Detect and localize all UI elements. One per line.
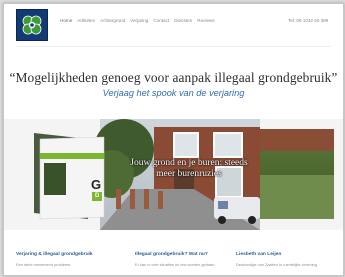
feature-text: Deskundige van Zaaken in ruimtelijke ord… <box>236 262 317 267</box>
hero-quote: “Mogelijkheden genoeg voor aanpak illega… <box>9 70 338 85</box>
nav-verjaring[interactable]: Verjaring <box>130 18 148 23</box>
nav-contact[interactable]: Contact <box>153 18 169 23</box>
hero-caption-line2: meer burenruzies <box>156 169 222 179</box>
phone-number[interactable]: Tel: 06 1032 60 389 <box>288 18 328 23</box>
feature-column: Verjaring & illegaal grondgebruik Een st… <box>16 252 120 267</box>
feature-title[interactable]: Illegaal grondgebruik? Wat nu? <box>135 252 239 257</box>
book-letter: G <box>91 177 102 192</box>
hero-slider[interactable]: G D Jouw grond en je buren: steeds meer … <box>4 119 343 230</box>
feature-text: Er kan in vele situaties nu iets worden … <box>135 262 216 267</box>
clover-logo-icon <box>19 12 45 38</box>
webpage: Home Artikelen Achtergrond Verjaring Con… <box>3 3 344 276</box>
feature-column: Liesbeth van Leijen Deskundige van Zaake… <box>236 252 340 267</box>
site-logo[interactable] <box>16 9 48 41</box>
nav-achtergrond[interactable]: Achtergrond <box>100 18 125 23</box>
site-header: Home Artikelen Achtergrond Verjaring Con… <box>4 4 343 44</box>
feature-column: Illegaal grondgebruik? Wat nu? Er kan in… <box>135 252 239 267</box>
nav-home[interactable]: Home <box>60 18 72 23</box>
book-badge: D <box>92 192 103 201</box>
feature-text: Een sterk toenemend probleem. <box>16 262 72 267</box>
nav-diensten[interactable]: Diensten <box>174 18 192 23</box>
main-nav: Home Artikelen Achtergrond Verjaring Con… <box>60 18 215 23</box>
hero-tagline: Verjaag het spook van de verjaring <box>102 88 245 98</box>
nav-reviews[interactable]: Reviews <box>197 18 214 23</box>
feature-title[interactable]: Liesbeth van Leijen <box>236 252 340 257</box>
hero-caption-line1: Jouw grond en je buren: steeds <box>130 158 248 168</box>
feature-title[interactable]: Verjaring & illegaal grondgebruik <box>16 252 120 257</box>
nav-artikelen[interactable]: Artikelen <box>77 18 95 23</box>
hero-caption: Jouw grond en je buren: steeds meer bure… <box>109 158 269 180</box>
feature-columns: Verjaring & illegaal grondgebruik Een st… <box>4 252 343 275</box>
header-divider <box>16 46 331 47</box>
